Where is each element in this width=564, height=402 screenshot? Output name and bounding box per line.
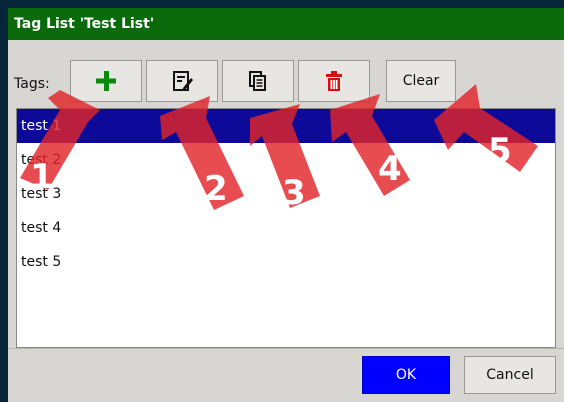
add-tag-button[interactable] — [70, 60, 142, 102]
tags-toolbar: Tags: Clear — [8, 48, 564, 110]
edit-tag-button[interactable] — [146, 60, 218, 102]
copy-icon — [247, 70, 269, 92]
tag-list[interactable]: test 1 test 2 test 3 test 4 test 5 — [16, 108, 556, 348]
trash-icon — [323, 70, 345, 92]
plus-icon — [95, 70, 117, 92]
tags-label: Tags: — [14, 76, 50, 92]
cancel-button[interactable]: Cancel — [464, 356, 556, 394]
dialog-title: Tag List 'Test List' — [8, 8, 564, 40]
tag-list-item[interactable]: test 2 — [17, 143, 555, 177]
tag-list-dialog: Tag List 'Test List' Tags: Clear test 1 … — [8, 8, 564, 402]
footer-divider — [8, 348, 564, 349]
delete-tag-button[interactable] — [298, 60, 370, 102]
tag-list-item[interactable]: test 5 — [17, 245, 555, 279]
copy-tag-button[interactable] — [222, 60, 294, 102]
tag-list-item[interactable]: test 3 — [17, 177, 555, 211]
ok-button[interactable]: OK — [362, 356, 450, 394]
tag-list-item[interactable]: test 4 — [17, 211, 555, 245]
edit-note-icon — [171, 70, 193, 92]
clear-button[interactable]: Clear — [386, 60, 456, 102]
tag-list-item[interactable]: test 1 — [17, 109, 555, 143]
